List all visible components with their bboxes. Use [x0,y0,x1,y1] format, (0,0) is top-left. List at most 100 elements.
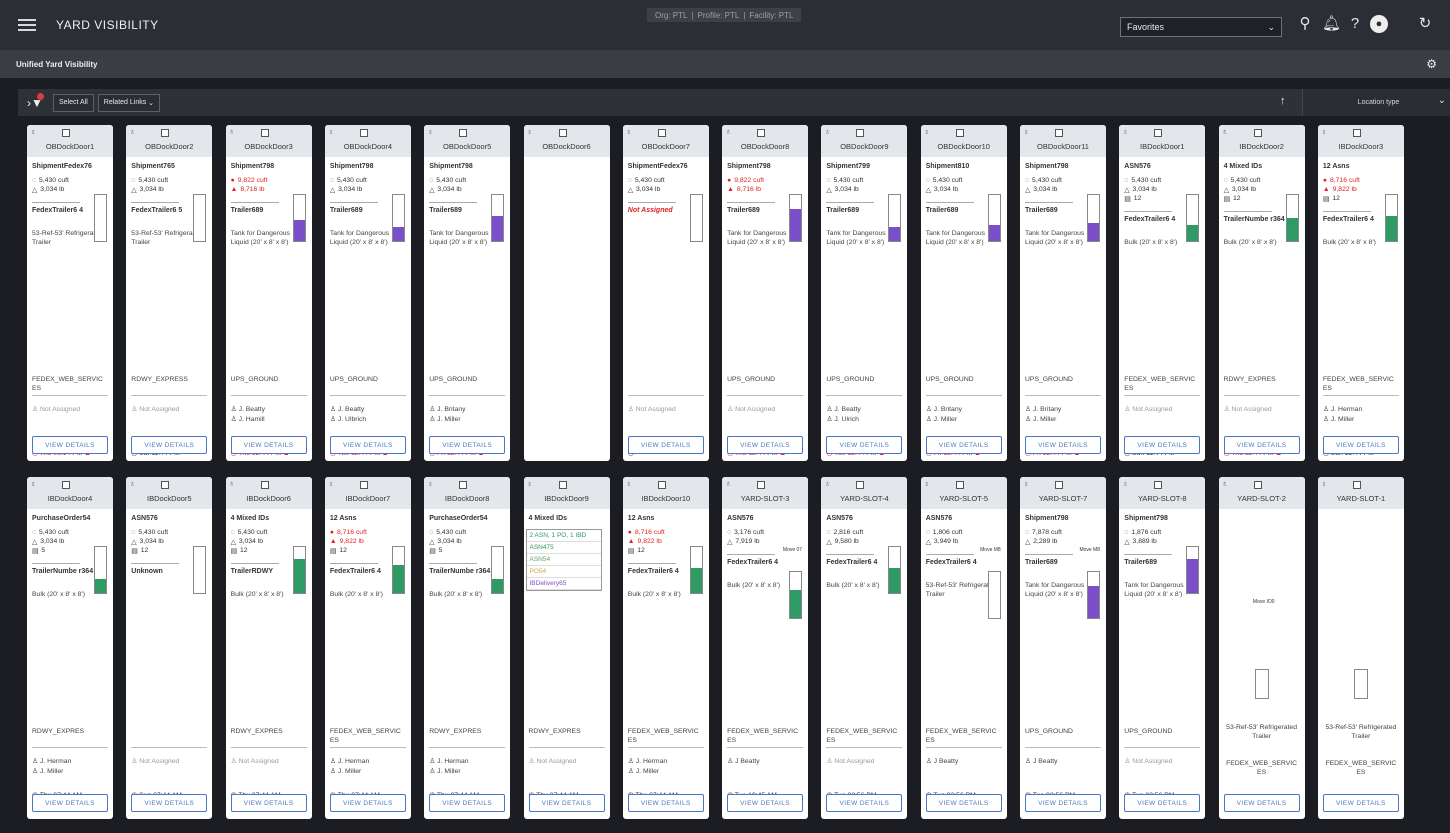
view-details-button[interactable]: VIEW DETAILS [329,436,406,454]
view-details-button[interactable]: VIEW DETAILS [727,436,804,454]
card-checkbox[interactable] [1253,481,1262,489]
card-checkbox[interactable] [1253,129,1262,137]
view-details-button[interactable]: VIEW DETAILS [826,436,903,454]
weight-icon: △ [925,186,931,194]
card-checkbox[interactable] [1055,129,1063,137]
filter-icon[interactable]: ›▼ [27,92,49,110]
person-icon: ♙ [1223,406,1232,413]
mixed-id-item[interactable]: ASN475 [526,542,601,554]
view-details-button[interactable]: VIEW DETAILS [627,436,704,454]
card-checkbox[interactable] [1055,481,1063,489]
card-checkbox[interactable] [558,481,567,489]
card-checkbox[interactable] [260,481,269,489]
card-checkbox[interactable] [757,481,766,489]
divider [826,554,875,555]
trailer-id[interactable]: FedexTrailer6 4 [926,558,1002,567]
card-body: Shipment798 ◌ 5,430 cuft △ 3,034 lb Trailer68… [1020,157,1106,461]
carrier-name: UPS_GROUND [925,376,974,383]
view-details-button[interactable]: VIEW DETAILS [1223,794,1300,812]
view-details-button[interactable]: VIEW DETAILS [1124,436,1201,454]
card-checkbox[interactable] [955,129,964,137]
assignee-name: J. Ulrich [834,416,859,423]
card-checkbox[interactable] [260,129,269,137]
card-body: Shipment765 ◌ 5,430 cuft △ 3,034 lb FedexTrai… [126,157,212,461]
view-details-button[interactable]: VIEW DETAILS [429,436,506,454]
trailer-id[interactable]: FedexTrailer6 4 [727,558,803,567]
trailer-description: 53-Ref-53' Refrigerated Trailer [1325,724,1397,740]
trailer-fill-gauge [1384,194,1398,242]
carrier-name: UPS_GROUND [230,376,279,383]
trailer-icon: ♁ [129,479,136,488]
view-details-button[interactable]: VIEW DETAILS [627,794,704,812]
menu-icon[interactable] [18,19,36,31]
card-checkbox[interactable] [955,481,964,489]
bell-icon[interactable]: 🔔︎ [1322,15,1341,33]
shipment-id: ASN576 [131,515,158,522]
select-all-button[interactable]: Select All [53,93,94,112]
assignees: ♙ J Beatty [727,757,760,767]
card-checkbox[interactable] [657,129,666,137]
card-checkbox[interactable] [1154,481,1163,489]
view-details-button[interactable]: VIEW DETAILS [230,436,307,454]
mixed-id-item[interactable]: ASN54 [526,554,601,566]
trailer-id[interactable]: Trailer689 [1025,558,1101,567]
view-details-button[interactable]: VIEW DETAILS [1025,794,1101,812]
refresh-icon[interactable]: ↻ [1416,15,1434,33]
view-details-button[interactable]: VIEW DETAILS [1025,436,1101,454]
mixed-id-item[interactable]: 2 ASN, 1 PO, 1 IBD [526,530,601,542]
view-details-button[interactable]: VIEW DETAILS [1322,436,1399,454]
card-checkbox[interactable] [1352,129,1361,137]
card-checkbox[interactable] [1154,129,1163,137]
card-header: ♁ YARD-SLOT-5 [920,477,1007,509]
assignee-name: J Beatty [1032,758,1058,765]
app-title: YARD VISIBILITY [56,18,159,32]
related-links-button[interactable]: Related Links ⌄ [97,93,161,112]
view-details-button[interactable]: VIEW DETAILS [727,794,804,812]
volume-row: ◌ 5,430 cuft [330,176,406,185]
favorites-select[interactable]: Favorites ⌄ [1120,17,1282,37]
mixed-id-item[interactable]: IBDelivery65 [526,578,601,590]
sort-up-icon[interactable]: ↑ [1280,95,1286,107]
card-checkbox[interactable] [62,481,70,489]
view-details-button[interactable]: VIEW DETAILS [1322,794,1399,812]
view-details-button[interactable]: VIEW DETAILS [32,794,108,812]
trailer-fill [889,227,901,241]
view-details-button[interactable]: VIEW DETAILS [925,794,1002,812]
view-details-button[interactable]: VIEW DETAILS [131,794,208,812]
view-details-button[interactable]: VIEW DETAILS [329,794,406,812]
view-details-button[interactable]: VIEW DETAILS [429,794,506,812]
user-icon[interactable]: ● [1370,15,1388,33]
view-details-button[interactable]: VIEW DETAILS [131,436,208,454]
view-details-button[interactable]: VIEW DETAILS [1223,436,1300,454]
card-checkbox[interactable] [1352,481,1361,489]
card-checkbox[interactable] [459,481,468,489]
view-details-button[interactable]: VIEW DETAILS [230,794,307,812]
view-details-button[interactable]: VIEW DETAILS [826,794,903,812]
view-details-button[interactable]: VIEW DETAILS [528,794,605,812]
card-checkbox[interactable] [558,129,567,137]
weight-row: ▲ 9,822 lb [628,537,704,546]
assignees: ♙ J. Britany ♙ J. Miller [926,405,962,425]
card-checkbox[interactable] [359,129,368,137]
view-details-button[interactable]: VIEW DETAILS [32,436,108,454]
card-checkbox[interactable] [359,481,368,489]
location-type-select[interactable]: Location type ⌄ [1302,89,1450,116]
count-value: 5 [41,547,46,554]
card-checkbox[interactable] [459,129,468,137]
card-checkbox[interactable] [62,129,70,137]
card-checkbox[interactable] [657,481,666,489]
card-body: ASN576 ◌ 5,430 cuft △ 3,034 lb ▤ 12 FedexTraile… [1119,157,1205,461]
search-icon[interactable]: ⚲ [1296,15,1314,33]
mixed-id-item[interactable]: PO54 [526,566,601,578]
help-icon[interactable]: ? [1346,15,1364,33]
view-details-button[interactable]: VIEW DETAILS [925,436,1002,454]
card-checkbox[interactable] [856,129,865,137]
gear-icon[interactable]: ⚙ [1426,57,1437,71]
card-checkbox[interactable] [856,481,865,489]
location-card: ♁ IBDockDoor10 12 Asns ● 8,716 cuft ▲ 9,822 lb… [622,477,709,819]
volume-icon: ◌ [429,529,434,536]
card-checkbox[interactable] [757,129,766,137]
view-details-button[interactable]: VIEW DETAILS [1124,794,1201,812]
card-checkbox[interactable] [161,481,170,489]
card-checkbox[interactable] [161,129,170,137]
